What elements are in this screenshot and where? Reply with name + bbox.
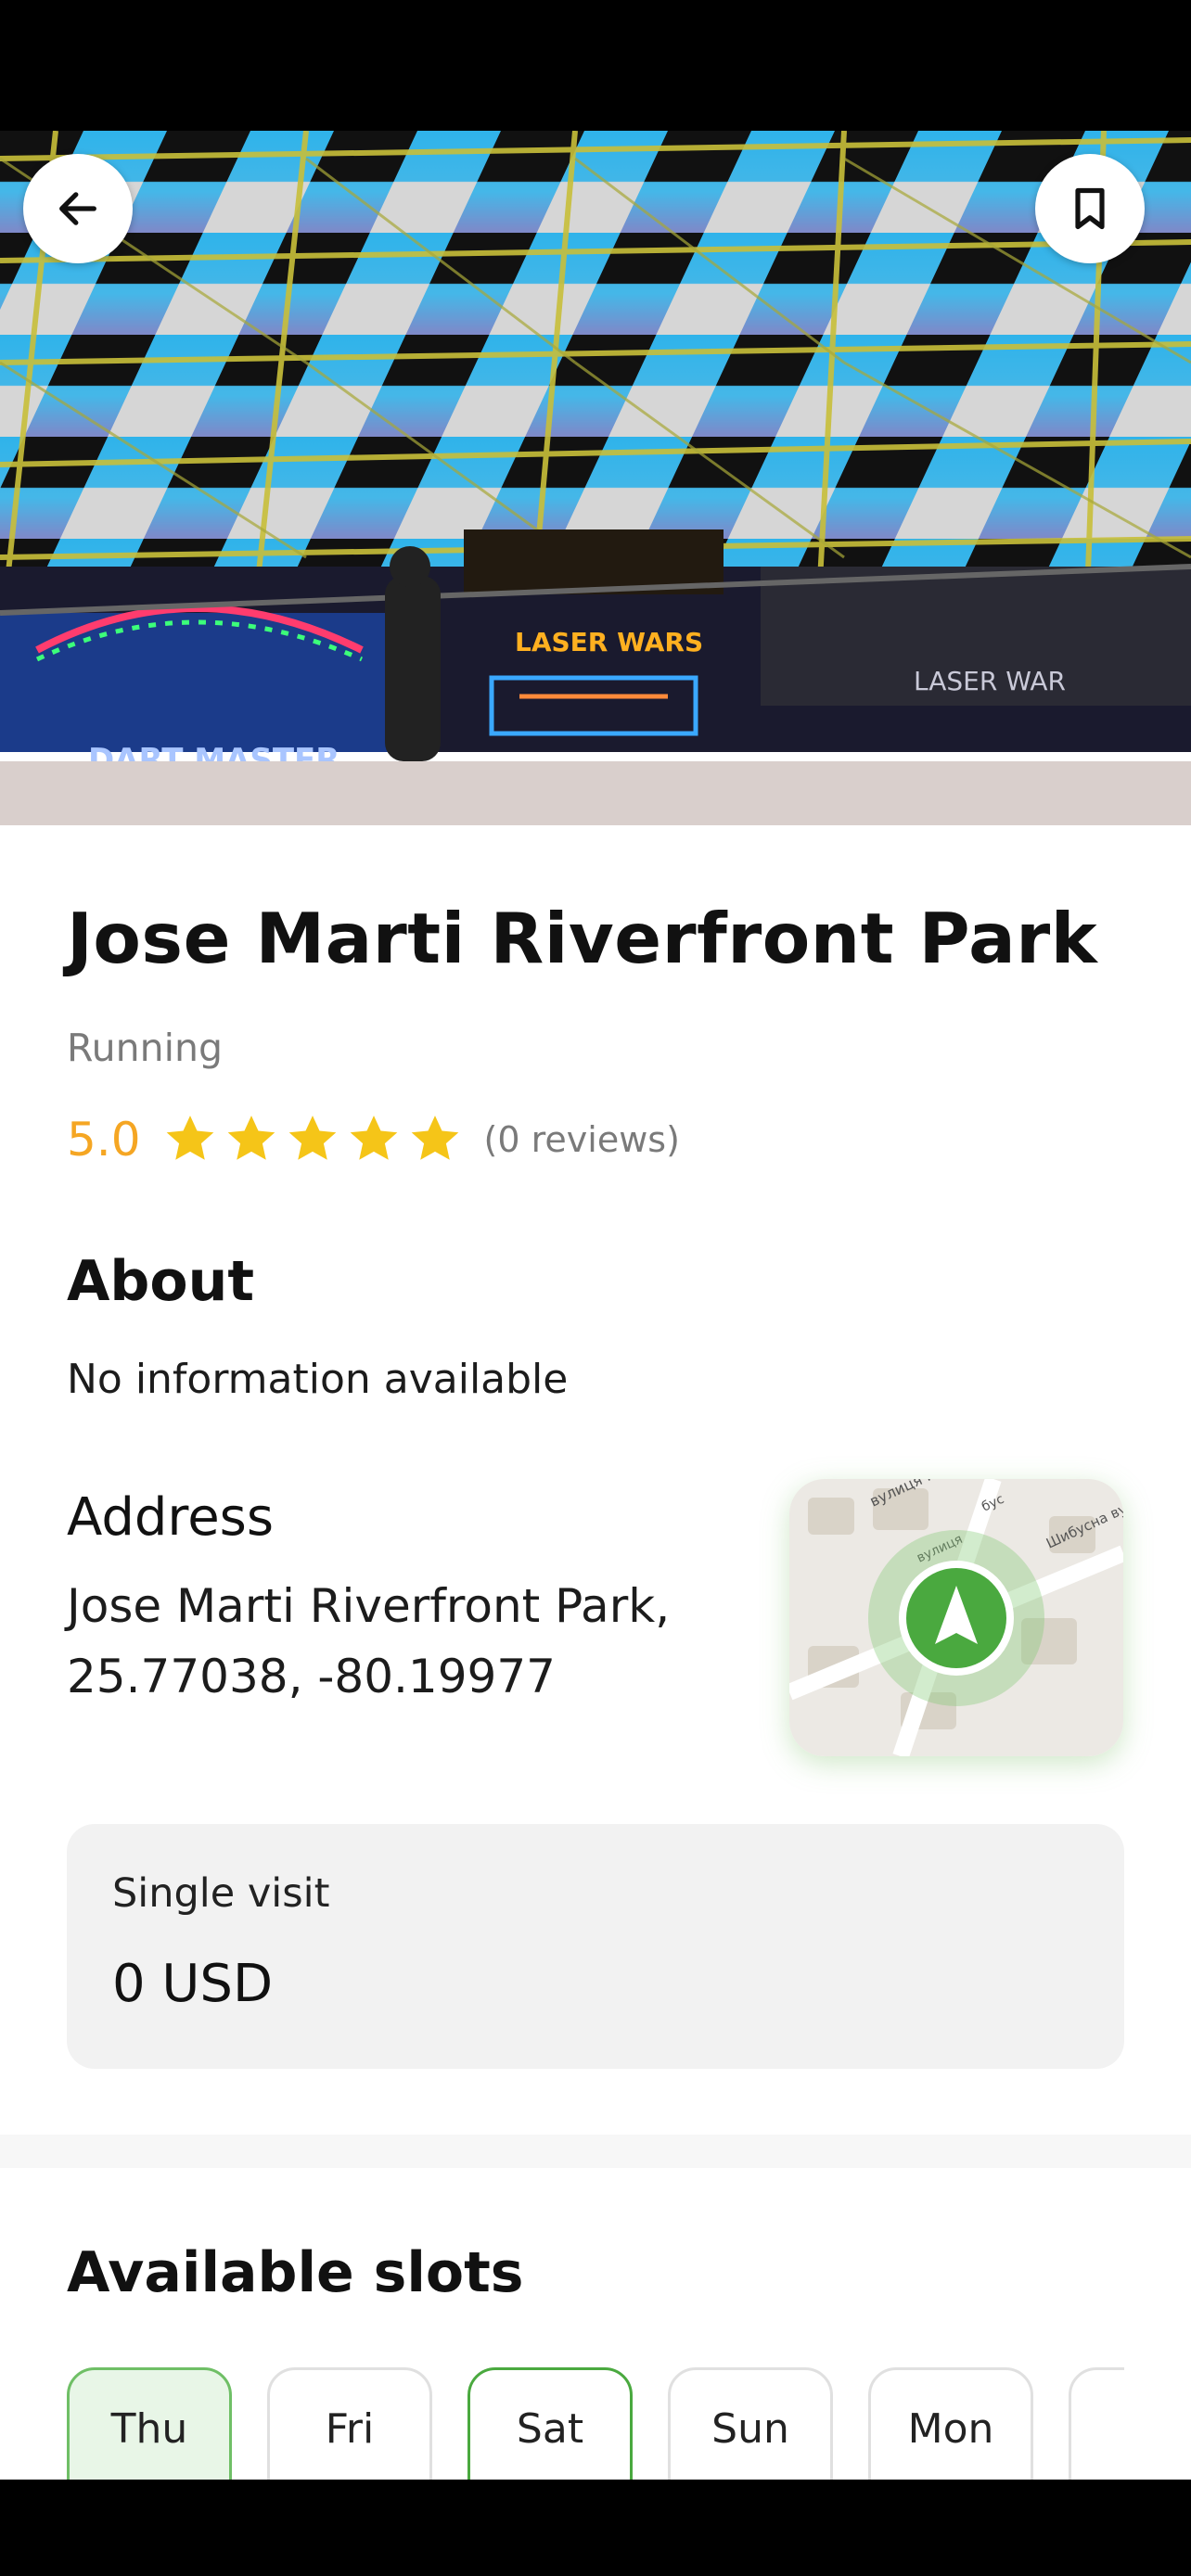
venue-title: Jose Marti Riverfront Park <box>67 898 1098 979</box>
bookmark-button[interactable] <box>1035 154 1145 263</box>
address-text: Jose Marti Riverfront Park, 25.77038, -8… <box>67 1571 753 1712</box>
reviews-count[interactable]: (0 reviews) <box>484 1119 680 1160</box>
about-heading: About <box>67 1249 255 1314</box>
price-card: Single visit 0 USD <box>67 1824 1124 2069</box>
day-chip-sun[interactable]: Sun <box>668 2367 833 2480</box>
back-button[interactable] <box>23 154 133 263</box>
star-icon <box>411 1116 458 1160</box>
slots-heading: Available slots <box>67 2240 524 2305</box>
venue-category: Running <box>67 1026 224 1070</box>
address-line-2: 25.77038, -80.19977 <box>67 1650 556 1703</box>
navigation-bar <box>0 2480 1191 2576</box>
day-chip-fri[interactable]: Fri <box>267 2367 432 2480</box>
star-icon <box>288 1116 336 1160</box>
about-text: No information available <box>67 1356 569 1403</box>
star-icon <box>166 1116 213 1160</box>
price-label: Single visit <box>112 1870 330 1917</box>
bookmark-icon <box>1075 187 1105 230</box>
address-heading: Address <box>67 1487 275 1548</box>
day-chip-sat[interactable]: Sat <box>467 2367 633 2480</box>
day-selector: Thu Fri Sat Sun Mon T <box>67 2367 1124 2480</box>
star-icon <box>350 1116 397 1160</box>
rating-row: 5.0 (0 reviews) <box>67 1107 680 1172</box>
sign-laser-war: LASER WAR <box>914 666 1066 696</box>
section-divider <box>0 2135 1191 2168</box>
map-thumbnail[interactable]: вулиця Івана бус вулиця Шибусна вул <box>789 1479 1123 1756</box>
day-chip-tue[interactable]: T <box>1069 2367 1124 2480</box>
hero-image: DART MASTER LASER WARS LASER WAR <box>0 131 1191 825</box>
price-value: 0 USD <box>112 1954 274 2014</box>
arrow-left-icon <box>59 192 96 225</box>
rating-stars <box>161 1111 464 1168</box>
star-icon <box>227 1116 275 1160</box>
rating-value: 5.0 <box>67 1113 141 1167</box>
day-chip-thu[interactable]: Thu <box>67 2367 232 2480</box>
status-bar <box>0 0 1191 131</box>
sign-laser-wars: LASER WARS <box>515 627 703 657</box>
address-line-1: Jose Marti Riverfront Park, <box>67 1579 671 1633</box>
day-chip-mon[interactable]: Mon <box>868 2367 1033 2480</box>
